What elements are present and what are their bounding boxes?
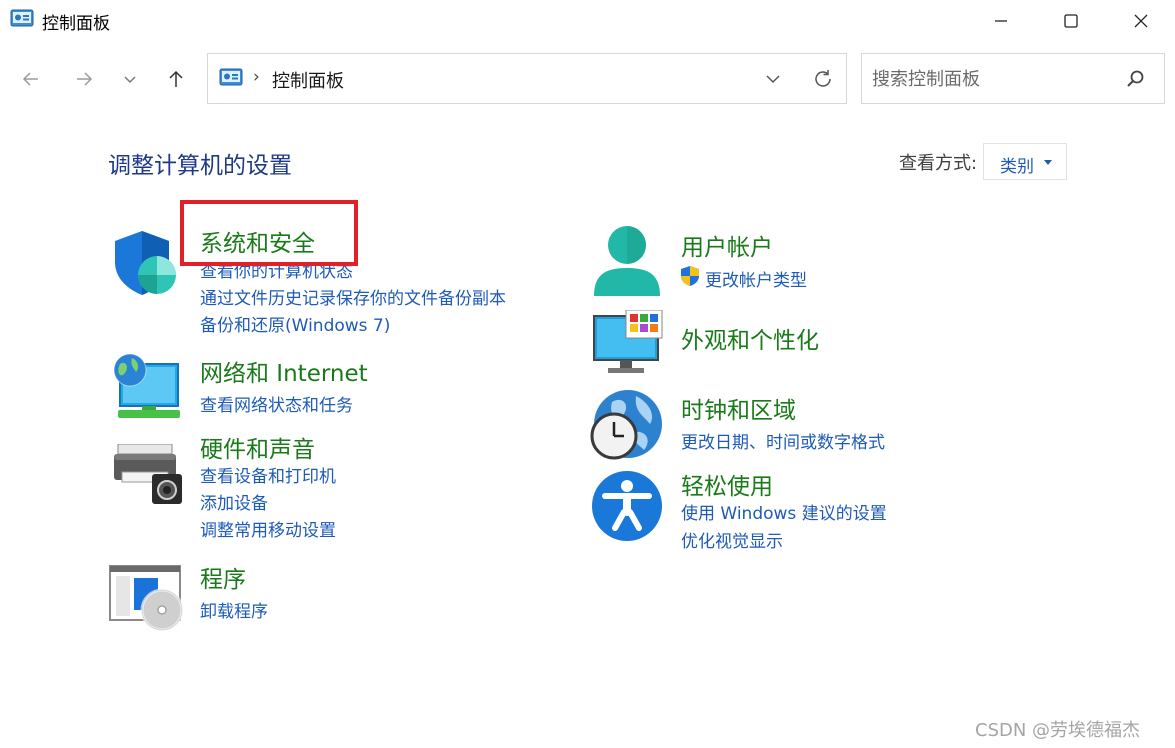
address-history-button[interactable] [760,66,786,92]
category-clock-region[interactable]: 时钟和区域 [681,391,796,425]
link-backup-restore[interactable]: 备份和还原(Windows 7) [200,311,390,336]
arrow-up-icon [169,70,183,87]
title-bar: 控制面板 [0,0,1175,42]
programs-disc-icon[interactable] [108,564,184,632]
control-panel-icon [10,9,34,27]
address-bar[interactable]: › 控制面板 [207,53,847,104]
breadcrumb-separator[interactable]: › [253,67,260,87]
shield-icon[interactable] [110,228,180,298]
arrow-right-icon [77,72,93,86]
link-change-account-type[interactable]: 更改帐户类型 [705,266,807,291]
maximize-icon [1064,14,1078,28]
control-panel-icon [219,68,243,86]
monitor-icon[interactable] [592,310,664,376]
search-box[interactable] [861,53,1165,104]
category-ease-of-access[interactable]: 轻松使用 [681,467,773,501]
printer-icon[interactable] [112,444,184,506]
close-button[interactable] [1106,0,1175,42]
link-uninstall-program[interactable]: 卸载程序 [200,597,268,622]
link-file-history-backup[interactable]: 通过文件历史记录保存你的文件备份副本 [200,284,506,309]
back-button[interactable] [16,64,46,94]
close-icon [1134,14,1148,28]
uac-shield-icon [681,266,699,286]
link-add-device[interactable]: 添加设备 [200,489,268,514]
page-title: 调整计算机的设置 [108,153,292,179]
recent-locations-button[interactable] [115,64,145,94]
category-programs[interactable]: 程序 [200,560,246,594]
link-date-time-format[interactable]: 更改日期、时间或数字格式 [681,428,885,453]
view-by-value: 类别 [1000,157,1034,177]
caret-down-icon [1044,160,1052,165]
link-network-status[interactable]: 查看网络状态和任务 [200,391,353,416]
chevron-down-icon [124,76,136,84]
breadcrumb-control-panel[interactable]: 控制面板 [272,67,344,93]
search-icon[interactable] [1124,68,1146,90]
category-hardware-sound[interactable]: 硬件和声音 [200,430,315,464]
highlight-annotation [180,200,358,266]
chevron-down-icon [766,75,780,84]
network-globe-icon[interactable] [110,350,182,420]
up-button[interactable] [161,64,191,94]
link-optimize-visual-display[interactable]: 优化视觉显示 [681,527,783,552]
link-devices-printers[interactable]: 查看设备和打印机 [200,462,336,487]
clock-globe-icon[interactable] [590,388,664,460]
search-input[interactable] [872,66,1112,92]
arrow-left-icon [22,72,38,86]
refresh-icon [815,70,831,87]
link-recommended-settings[interactable]: 使用 Windows 建议的设置 [681,499,887,524]
category-appearance-personalization[interactable]: 外观和个性化 [681,321,819,355]
accessibility-icon[interactable] [591,470,663,542]
user-avatar-icon[interactable] [592,226,662,300]
minimize-button[interactable] [966,0,1036,42]
category-user-accounts[interactable]: 用户帐户 [681,228,773,262]
maximize-button[interactable] [1036,0,1106,42]
minimize-icon [995,20,1007,22]
refresh-button[interactable] [808,64,838,94]
watermark: CSDN @劳埃德福杰 [975,720,1141,741]
view-by-dropdown[interactable]: 类别 [983,143,1067,180]
view-by-label: 查看方式: [899,153,978,174]
window-title: 控制面板 [42,14,110,34]
forward-button[interactable] [69,64,99,94]
link-mobility-settings[interactable]: 调整常用移动设置 [200,516,336,541]
navigation-bar: › 控制面板 [0,42,1175,112]
category-network-internet[interactable]: 网络和 Internet [200,354,368,388]
